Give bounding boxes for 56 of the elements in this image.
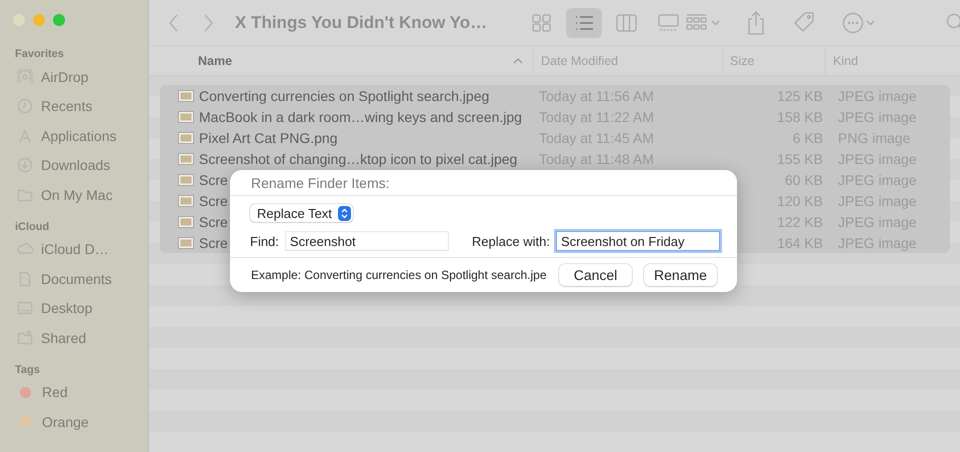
dialog-title: Rename Finder Items: bbox=[230, 170, 737, 196]
list-view-icon bbox=[574, 14, 595, 32]
sort-caret-icon[interactable] bbox=[513, 58, 523, 64]
section-heading: iCloud bbox=[14, 220, 50, 234]
file-name: Screenshot of changing…ktop icon to pixel cat.jpeg bbox=[198, 150, 518, 166]
group-icon[interactable] bbox=[686, 14, 720, 32]
sidebar-item[interactable]: Shared bbox=[41, 330, 86, 346]
file-name: Scre bbox=[198, 214, 228, 230]
file-name: Pixel Art Cat PNG.png bbox=[198, 130, 338, 146]
file-name: Scre bbox=[198, 234, 228, 250]
forward-icon[interactable] bbox=[203, 14, 213, 32]
back-icon[interactable] bbox=[169, 14, 179, 32]
minimize-button[interactable] bbox=[33, 14, 45, 26]
grid-view-icon bbox=[532, 14, 553, 32]
column-view-icon bbox=[616, 14, 637, 32]
sidebar-item[interactable]: Recents bbox=[41, 98, 92, 114]
sidebar-item[interactable]: Red bbox=[42, 384, 68, 400]
sidebar-item[interactable]: Orange bbox=[42, 414, 89, 430]
image-file-icon bbox=[178, 216, 194, 228]
image-file-icon bbox=[178, 194, 194, 206]
zoom-button[interactable] bbox=[53, 14, 65, 26]
tag-icon[interactable] bbox=[792, 10, 816, 34]
mode-popup[interactable]: Replace Text bbox=[250, 204, 353, 222]
column-header[interactable]: Name bbox=[198, 54, 232, 68]
section-heading: Favorites bbox=[14, 47, 65, 62]
view-button[interactable] bbox=[566, 8, 602, 38]
sidebar-item[interactable]: Applications bbox=[41, 128, 116, 144]
file-name: Scre bbox=[198, 172, 228, 188]
image-file-icon bbox=[178, 236, 194, 248]
image-file-icon bbox=[178, 152, 194, 164]
file-name: Scre bbox=[198, 192, 228, 208]
dialog-button[interactable]: Rename bbox=[644, 264, 717, 286]
sidebar-item[interactable]: iCloud D… bbox=[41, 241, 109, 258]
image-file-icon bbox=[178, 90, 194, 102]
share-icon[interactable] bbox=[746, 10, 766, 34]
more-icon[interactable] bbox=[842, 12, 876, 34]
updown-arrows-icon bbox=[338, 206, 351, 220]
section-heading: Tags bbox=[14, 362, 41, 378]
image-file-icon bbox=[178, 110, 194, 122]
replace-label: Replace with: bbox=[472, 234, 550, 248]
window-title: X Things You Didn't Know Yo… bbox=[235, 12, 488, 32]
example-text: Example: Converting currencies on Spotlight search.jpe bbox=[251, 268, 546, 282]
image-file-icon bbox=[178, 174, 194, 186]
replace-field[interactable]: Screenshot on Friday bbox=[556, 232, 719, 250]
gallery-view-icon bbox=[658, 14, 679, 32]
file-name: MacBook in a dark room…wing keys and screen.jpg bbox=[198, 108, 522, 124]
sidebar-item[interactable]: Desktop bbox=[41, 300, 92, 316]
image-file-icon bbox=[178, 132, 194, 144]
dialog-button[interactable]: Cancel bbox=[559, 264, 632, 286]
sidebar-item[interactable]: Downloads bbox=[41, 157, 110, 174]
sidebar-item[interactable]: On My Mac bbox=[41, 186, 113, 203]
find-field[interactable]: Screenshot bbox=[286, 232, 448, 250]
find-label: Find: bbox=[250, 234, 279, 248]
sidebar-item[interactable]: AirDrop bbox=[41, 68, 88, 85]
sidebar-item[interactable]: Documents bbox=[41, 270, 112, 287]
file-name: Converting currencies on Spotlight search.jpeg bbox=[198, 88, 490, 104]
